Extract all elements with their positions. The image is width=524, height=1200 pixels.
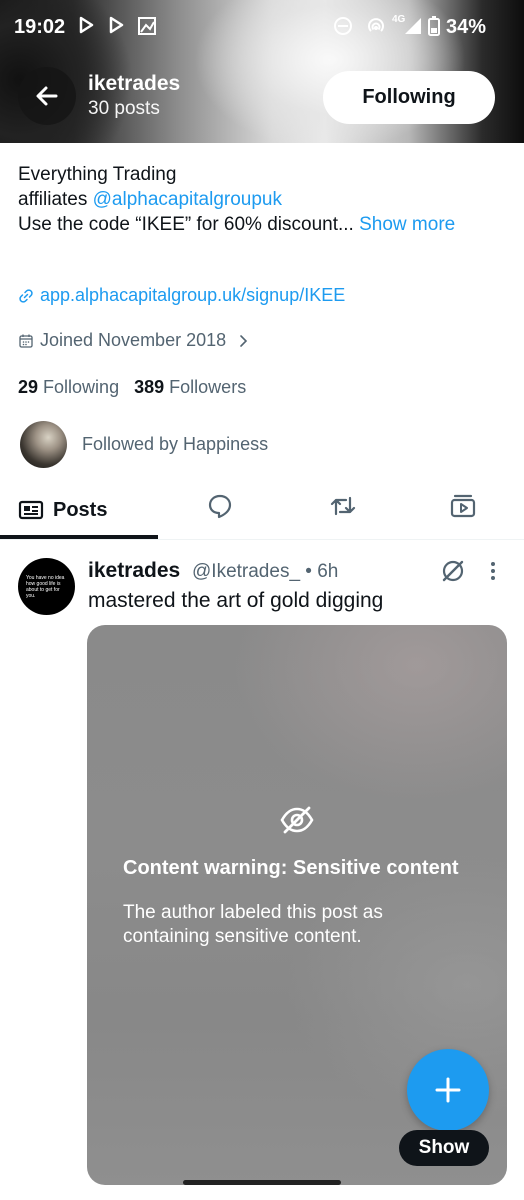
tweet-text: mastered the art of gold digging — [88, 589, 384, 612]
followers-label: Followers — [169, 377, 247, 397]
do-not-disturb-icon — [333, 16, 353, 42]
tweet-handle-time: @Iketrades_ • 6h — [192, 561, 339, 582]
following-count: 29 — [18, 377, 39, 397]
followers-count: 389 — [134, 377, 165, 397]
joined-text: Joined November 2018 — [40, 330, 227, 350]
gallery-icon — [137, 16, 157, 42]
bio-line: Everything Trading — [18, 164, 177, 185]
website-text: app.alphacapitalgroup.uk/signup/IKEE — [40, 285, 346, 305]
calendar-icon — [19, 334, 33, 348]
header-name: iketrades — [88, 72, 181, 95]
video-icon — [450, 494, 476, 518]
tweet-author-name[interactable]: iketrades — [88, 559, 180, 583]
profile-tabs: Posts — [0, 482, 524, 540]
battery-icon — [428, 16, 440, 42]
following-button[interactable]: Following — [323, 71, 495, 124]
signal-icon — [403, 16, 423, 42]
show-more-link[interactable]: Show more — [354, 214, 455, 235]
play-icon — [78, 16, 94, 40]
header-posts-count: 30 posts — [88, 98, 160, 119]
bio-text: affiliates — [18, 189, 93, 210]
arrow-left-icon — [36, 86, 58, 106]
tab-posts-label: Posts — [53, 498, 108, 521]
play-icon — [108, 16, 124, 40]
status-bar: 19:02 4G 34% — [0, 0, 524, 54]
status-time: 19:02 — [14, 16, 66, 38]
followers-count-link[interactable]: 389 Followers — [134, 377, 246, 397]
tab-media[interactable] — [449, 492, 477, 525]
bio-text: Use the code “IKEE” for 60% discount... — [18, 214, 354, 235]
compose-button[interactable] — [407, 1049, 489, 1131]
tab-reposts[interactable] — [328, 492, 358, 525]
tweet-avatar[interactable]: You have no idea how good life is about … — [18, 558, 75, 615]
followed-by-avatar[interactable] — [20, 421, 67, 468]
following-label: Following — [43, 377, 120, 397]
eye-slash-icon — [279, 805, 315, 840]
tab-active-indicator — [0, 535, 158, 539]
back-button[interactable] — [18, 67, 76, 125]
tab-posts[interactable]: Posts — [18, 482, 107, 538]
posts-icon — [18, 500, 44, 520]
avatar-text: You have no idea how good life is about … — [26, 574, 65, 599]
home-indicator[interactable] — [183, 1180, 341, 1185]
show-button[interactable]: Show — [399, 1130, 489, 1166]
bio-line: Use the code “IKEE” for 60% discount... … — [18, 212, 508, 237]
content-warning-description: The author labeled this post as containi… — [123, 902, 383, 947]
link-icon — [19, 288, 33, 303]
repost-icon — [330, 496, 356, 516]
hotspot-icon — [366, 16, 386, 42]
joined-date[interactable]: Joined November 2018 — [18, 330, 250, 351]
tab-replies[interactable] — [206, 492, 234, 525]
more-options-icon[interactable] — [486, 560, 500, 587]
following-count-link[interactable]: 29 Following — [18, 377, 119, 397]
reply-icon — [208, 494, 232, 519]
bio-line: affiliates @alphacapitalgroupuk — [18, 187, 508, 212]
battery-percent: 34% — [445, 16, 486, 38]
content-warning-title: Content warning: Sensitive content — [123, 857, 459, 879]
chevron-right-icon — [240, 334, 248, 347]
mention-link[interactable]: @alphacapitalgroupuk — [93, 189, 282, 210]
grok-icon[interactable] — [440, 558, 466, 589]
plus-icon — [435, 1077, 461, 1103]
follow-counts: 29 Following 389 Followers — [18, 377, 246, 398]
profile-bio: Everything Trading affiliates @alphacapi… — [18, 162, 508, 237]
website-link[interactable]: app.alphacapitalgroup.uk/signup/IKEE — [18, 285, 345, 306]
followed-by-text[interactable]: Followed by Happiness — [82, 434, 268, 455]
